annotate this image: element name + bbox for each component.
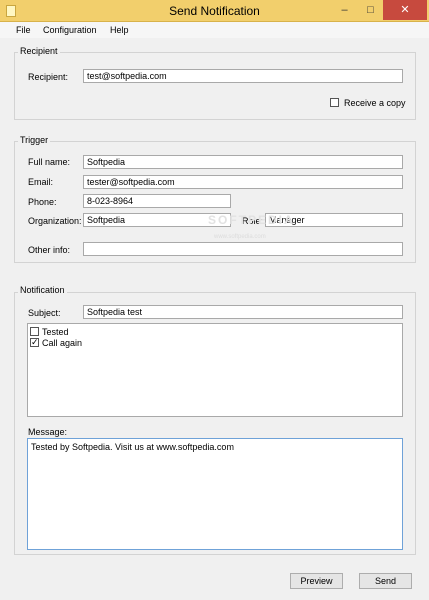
minimize-icon[interactable]: – xyxy=(331,0,358,20)
full-name-input[interactable]: Softpedia xyxy=(83,155,403,169)
option-tested-checkbox[interactable] xyxy=(30,327,39,336)
menu-file[interactable]: File xyxy=(16,25,31,35)
softpedia-watermark: SOFTPEDIA xyxy=(208,213,295,227)
recipient-group xyxy=(14,52,416,120)
other-info-input[interactable] xyxy=(83,242,403,256)
maximize-icon[interactable]: □ xyxy=(357,0,384,20)
preview-button[interactable]: Preview xyxy=(290,573,343,589)
option-call-again-checkbox[interactable]: ✓ xyxy=(30,337,39,347)
notification-group-title: Notification xyxy=(18,285,67,295)
menu-bar: File Configuration Help xyxy=(0,22,429,38)
send-button[interactable]: Send xyxy=(359,573,412,589)
other-info-label: Other info: xyxy=(28,245,71,255)
checkmark-icon: ✓ xyxy=(31,337,39,347)
subject-label: Subject: xyxy=(28,308,61,318)
receive-copy-label: Receive a copy xyxy=(344,98,406,108)
phone-label: Phone: xyxy=(28,197,57,207)
message-label: Message: xyxy=(28,427,68,437)
full-name-label: Full name: xyxy=(28,157,71,167)
menu-help[interactable]: Help xyxy=(110,25,129,35)
close-icon[interactable]: ✕ xyxy=(383,0,427,20)
message-textarea[interactable]: Tested by Softpedia. Visit us at www.sof… xyxy=(27,438,403,550)
phone-input[interactable]: 8-023-8964 xyxy=(83,194,231,208)
menu-configuration[interactable]: Configuration xyxy=(43,25,97,35)
options-checklist[interactable] xyxy=(27,323,403,417)
email-label: Email: xyxy=(28,177,54,187)
recipient-label: Recipient: xyxy=(28,72,69,82)
option-call-again-label: Call again xyxy=(42,338,83,348)
trigger-group-title: Trigger xyxy=(18,135,51,145)
subject-input[interactable]: Softpedia test xyxy=(83,305,403,319)
recipient-input[interactable]: test@softpedia.com xyxy=(83,69,403,83)
title-bar: Send Notification – □ ✕ xyxy=(0,0,429,22)
softpedia-watermark-url: www.softpedia.com xyxy=(214,234,266,240)
option-tested-label: Tested xyxy=(42,327,69,337)
organization-label: Organization: xyxy=(28,216,82,226)
email-input[interactable]: tester@softpedia.com xyxy=(83,175,403,189)
recipient-group-title: Recipient xyxy=(18,46,60,56)
receive-copy-checkbox[interactable] xyxy=(330,98,339,107)
